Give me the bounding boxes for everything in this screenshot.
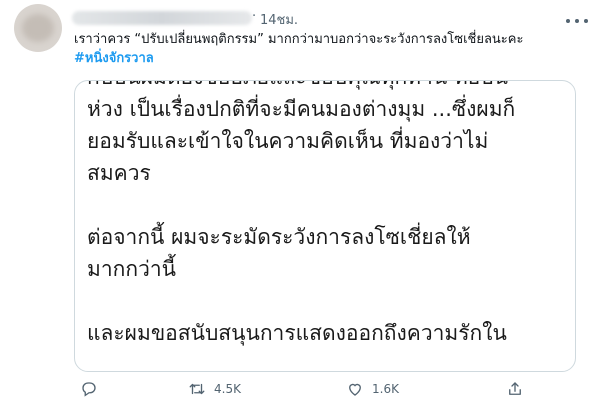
- image-text-block: กับบนผมตองขออภัยและขอบคุณทุกทาน ทอบน ห่ว…: [87, 81, 567, 349]
- share-icon: [509, 382, 521, 395]
- image-text-line: กับบนผมตองขออภัยและขอบคุณทุกทาน ทอบน: [87, 81, 567, 93]
- like-button[interactable]: 1.6K: [346, 380, 399, 398]
- like-count: 1.6K: [372, 382, 399, 396]
- reply-icon: [82, 382, 96, 397]
- image-text-line: สมควร: [87, 161, 151, 185]
- image-text-line: มากกว่านี้: [87, 257, 177, 281]
- avatar[interactable]: [14, 4, 62, 52]
- author-name-redacted[interactable]: [72, 11, 252, 25]
- more-options-icon[interactable]: [566, 14, 588, 28]
- tweet-text: เราว่าควร “ปรับเปลี่ยนพฤติกรรม” มากกว่าม…: [74, 32, 524, 47]
- reply-button[interactable]: [80, 380, 98, 398]
- share-button[interactable]: [506, 380, 524, 398]
- hashtag-link[interactable]: #หนิ่งจักรวาล: [74, 50, 154, 68]
- image-text-line: และผมขอสนับสนุนการแสดงออกถึงความรักใน: [87, 321, 507, 345]
- retweet-count: 4.5K: [214, 382, 241, 396]
- image-text-line: ต่อจากนี้ ผมจะระมัดระวังการลงโซเชี่ยลให้: [87, 225, 471, 249]
- retweet-button[interactable]: 4.5K: [188, 380, 241, 398]
- action-bar: 4.5K 1.6K: [74, 376, 574, 404]
- tweet[interactable]: · 14ชม. เราว่าควร “ปรับเปลี่ยนพฤติกรรม” …: [0, 0, 592, 408]
- image-text-line: ยอมรับและเข้าใจในความคิดเห็น ที่มองว่าไม…: [87, 129, 489, 153]
- header-separator: ·: [252, 9, 257, 24]
- tweet-timestamp[interactable]: 14ชม.: [260, 9, 298, 30]
- image-text-line: ห่วง เป็นเรื่องปกติที่จะมีคนมองต่างมุม .…: [87, 97, 516, 121]
- heart-icon: [349, 383, 361, 396]
- tweet-header: · 14ชม.: [72, 8, 588, 30]
- retweet-icon: [189, 383, 205, 395]
- attached-image[interactable]: กับบนผมตองขออภัยและขอบคุณทุกทาน ทอบน ห่ว…: [74, 80, 576, 372]
